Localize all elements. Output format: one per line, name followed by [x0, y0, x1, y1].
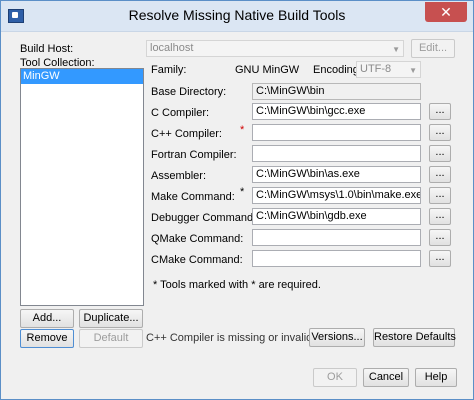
cmake-command-label: CMake Command: — [151, 254, 243, 266]
list-item[interactable]: MinGW — [21, 69, 143, 84]
ok-button[interactable]: OK — [313, 368, 357, 387]
cpp-compiler-browse-button[interactable]: ... — [429, 124, 451, 141]
make-command-field[interactable]: C:\MinGW\msys\1.0\bin\make.exe — [252, 187, 421, 204]
remove-button[interactable]: Remove — [20, 329, 74, 348]
close-button[interactable]: ✕ — [425, 2, 467, 22]
dialog-window: Resolve Missing Native Build Tools ✕ Bui… — [0, 0, 474, 400]
cmake-command-field[interactable] — [252, 250, 421, 267]
title-bar: Resolve Missing Native Build Tools ✕ — [1, 1, 473, 32]
assembler-browse-button[interactable]: ... — [429, 166, 451, 183]
qmake-command-field[interactable] — [252, 229, 421, 246]
required-marker: * — [240, 186, 245, 198]
restore-defaults-button[interactable]: Restore Defaults — [373, 328, 456, 347]
make-command-browse-button[interactable]: ... — [429, 187, 451, 204]
required-note: * Tools marked with * are required. — [153, 279, 321, 291]
c-compiler-field[interactable]: C:\MinGW\bin\gcc.exe — [252, 103, 421, 120]
c-compiler-browse-button[interactable]: ... — [429, 103, 451, 120]
chevron-down-icon: ▼ — [392, 45, 400, 54]
edit-host-button[interactable]: Edit... — [411, 39, 455, 58]
cpp-compiler-field[interactable] — [252, 124, 421, 141]
dialog-title: Resolve Missing Native Build Tools — [128, 7, 346, 23]
tool-collection-list[interactable]: MinGW — [20, 68, 144, 306]
cpp-compiler-label: C++ Compiler: — [151, 128, 222, 140]
required-marker: * — [240, 124, 245, 136]
debugger-command-browse-button[interactable]: ... — [429, 208, 451, 225]
encoding-label: Encoding: — [313, 64, 362, 76]
make-command-label: Make Command: — [151, 191, 235, 203]
status-message: C++ Compiler is missing or invalid — [146, 332, 313, 344]
cancel-button[interactable]: Cancel — [363, 368, 409, 387]
encoding-select[interactable]: UTF-8 ▼ — [356, 61, 421, 78]
fortran-compiler-field[interactable] — [252, 145, 421, 162]
cmake-command-browse-button[interactable]: ... — [429, 250, 451, 267]
versions-button[interactable]: Versions... — [309, 328, 365, 347]
fortran-compiler-browse-button[interactable]: ... — [429, 145, 451, 162]
base-directory-label: Base Directory: — [151, 86, 227, 98]
default-button[interactable]: Default — [79, 329, 143, 348]
add-button[interactable]: Add... — [20, 309, 74, 328]
qmake-command-browse-button[interactable]: ... — [429, 229, 451, 246]
family-label: Family: — [151, 64, 187, 76]
build-host-value: localhost — [150, 42, 194, 54]
duplicate-button[interactable]: Duplicate... — [79, 309, 143, 328]
qmake-command-label: QMake Command: — [151, 233, 244, 245]
build-host-label: Build Host: — [20, 43, 74, 55]
base-directory-field: C:\MinGW\bin — [252, 83, 421, 100]
assembler-label: Assembler: — [151, 170, 207, 182]
debugger-command-field[interactable]: C:\MinGW\bin\gdb.exe — [252, 208, 421, 225]
c-compiler-label: C Compiler: — [151, 107, 210, 119]
encoding-value: UTF-8 — [360, 63, 392, 75]
debugger-command-label: Debugger Command: — [151, 212, 257, 224]
family-value: GNU MinGW — [235, 64, 300, 76]
fortran-compiler-label: Fortran Compiler: — [151, 149, 237, 161]
build-host-select[interactable]: localhost ▼ — [146, 40, 404, 57]
assembler-field[interactable]: C:\MinGW\bin\as.exe — [252, 166, 421, 183]
help-button[interactable]: Help — [415, 368, 457, 387]
chevron-down-icon: ▼ — [409, 66, 417, 75]
